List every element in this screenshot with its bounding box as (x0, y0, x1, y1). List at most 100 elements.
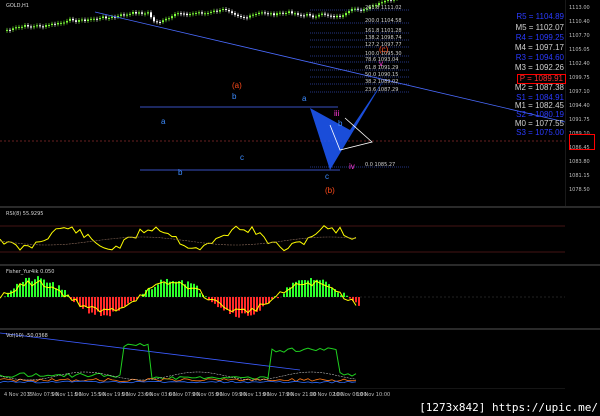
fisher-bar (235, 297, 237, 317)
chart-window: 261.8 1111.02 200.0 1104.58 161.8 1101.28 1… (0, 0, 600, 416)
fisher-bar (283, 293, 285, 297)
candle-body (300, 14, 302, 16)
time-axis: 4 Nov 20155 Nov 07:005 Nov 11:005 Nov 15… (0, 388, 565, 398)
price-tick-label: 1097.10 (569, 89, 590, 95)
price-tick-label: 1110.40 (569, 19, 590, 25)
candle-body (327, 14, 329, 16)
fisher-bar (25, 277, 27, 297)
fisher-chart[interactable] (0, 266, 565, 328)
candle-body (75, 20, 77, 22)
candle-body (18, 26, 20, 28)
candle-body (150, 12, 152, 18)
fisher-bar (358, 297, 360, 306)
vol-orange (0, 378, 357, 382)
candle-body (210, 11, 212, 13)
candle-body (39, 25, 41, 27)
candle-body (270, 13, 272, 15)
candle-body (33, 26, 35, 28)
candle-body (102, 16, 104, 18)
price-tick-label: 1091.75 (569, 117, 590, 123)
candle-body (288, 11, 290, 13)
candle-body (48, 24, 50, 26)
candle-body (306, 14, 308, 16)
fisher-bar (157, 284, 159, 297)
price-tick-label: 1094.40 (569, 103, 590, 109)
fisher-bar (85, 297, 87, 307)
candle-body (258, 12, 260, 15)
price-tick-label: 1107.70 (569, 33, 590, 39)
volume-chart[interactable] (0, 330, 565, 388)
candle-body (6, 29, 8, 31)
pivot-level: R4 = 1099.25 (515, 33, 564, 42)
candle-body (45, 25, 47, 27)
candle-body (57, 22, 59, 25)
volume-panel[interactable]: Vol(10) -50.0368 (0, 330, 565, 388)
fisher-bar (175, 281, 177, 297)
fisher-bar (100, 297, 102, 316)
fisher-bar (154, 286, 156, 297)
price-chart[interactable]: 261.8 1111.02 200.0 1104.58 161.8 1101.281… (0, 0, 566, 206)
wave-label: iii (334, 109, 340, 118)
candle-body (174, 13, 176, 17)
trend-line (94, 11, 566, 123)
candle-body (309, 14, 311, 16)
fisher-bar (277, 297, 279, 299)
candle-body (126, 14, 128, 16)
pivot-level: M2 = 1087.38 (514, 83, 564, 92)
candle-body (54, 23, 56, 25)
candle-body (234, 13, 236, 15)
time-tick-label: 10 Nov 10:00 (357, 392, 391, 398)
fisher-bar (190, 283, 192, 297)
candle-body (12, 28, 14, 31)
candle-body (273, 13, 275, 16)
price-tick-label: 1083.80 (569, 159, 590, 165)
fib-label: 138.2 1098.74 (365, 35, 402, 41)
rsi-chart[interactable] (0, 208, 565, 264)
fisher-bar (349, 297, 351, 299)
fisher-bar (292, 282, 294, 297)
rsi-panel[interactable]: RSI(8) 55.9295 (0, 208, 565, 264)
fib-label: 0.0 1085.27 (365, 162, 395, 168)
candle-body (78, 20, 80, 22)
candle-body (117, 15, 119, 17)
wave-label: (c) (379, 45, 389, 54)
candle-body (282, 12, 284, 14)
pivot-level: M1 = 1082.45 (514, 101, 564, 110)
candle-body (381, 2, 383, 4)
fisher-bar (46, 282, 48, 297)
fisher-bar (241, 297, 243, 314)
fisher-bar (166, 278, 168, 297)
price-tick-label: 1105.05 (569, 47, 590, 53)
candle-body (222, 9, 224, 11)
fisher-bar (127, 297, 129, 304)
candle-body (204, 13, 206, 15)
fisher-bar (43, 279, 45, 297)
fisher-bar (331, 287, 333, 297)
wave-label: (a) (232, 81, 242, 90)
candle-body (162, 20, 164, 23)
fisher-panel[interactable]: Fisher_Yur4ik 0.050 (0, 266, 565, 328)
fisher-bar (328, 284, 330, 297)
candle-body (111, 16, 113, 18)
candle-body (339, 15, 341, 17)
candle-body (291, 11, 293, 14)
candle-body (177, 13, 179, 15)
wave-label: a (302, 94, 307, 103)
fisher-bar (121, 297, 123, 308)
candle-body (120, 14, 122, 16)
wave-label: b (232, 92, 237, 101)
candle-body (147, 12, 149, 14)
fib-label: 261.8 1111.02 (365, 5, 402, 11)
fisher-bar (106, 297, 108, 316)
candle-body (93, 18, 95, 20)
fisher-bar (250, 297, 252, 316)
candle-body (393, 0, 395, 1)
price-panel[interactable]: 261.8 1111.02 200.0 1104.58 161.8 1101.28 1… (0, 0, 566, 206)
fisher-bar (199, 293, 201, 297)
candle-body (207, 12, 209, 14)
pivot-level: M5 = 1102.07 (515, 23, 564, 32)
candle-body (66, 20, 68, 23)
price-tick-label: 1099.75 (569, 75, 590, 81)
fisher-bar (163, 282, 165, 297)
candle-body (189, 14, 191, 16)
